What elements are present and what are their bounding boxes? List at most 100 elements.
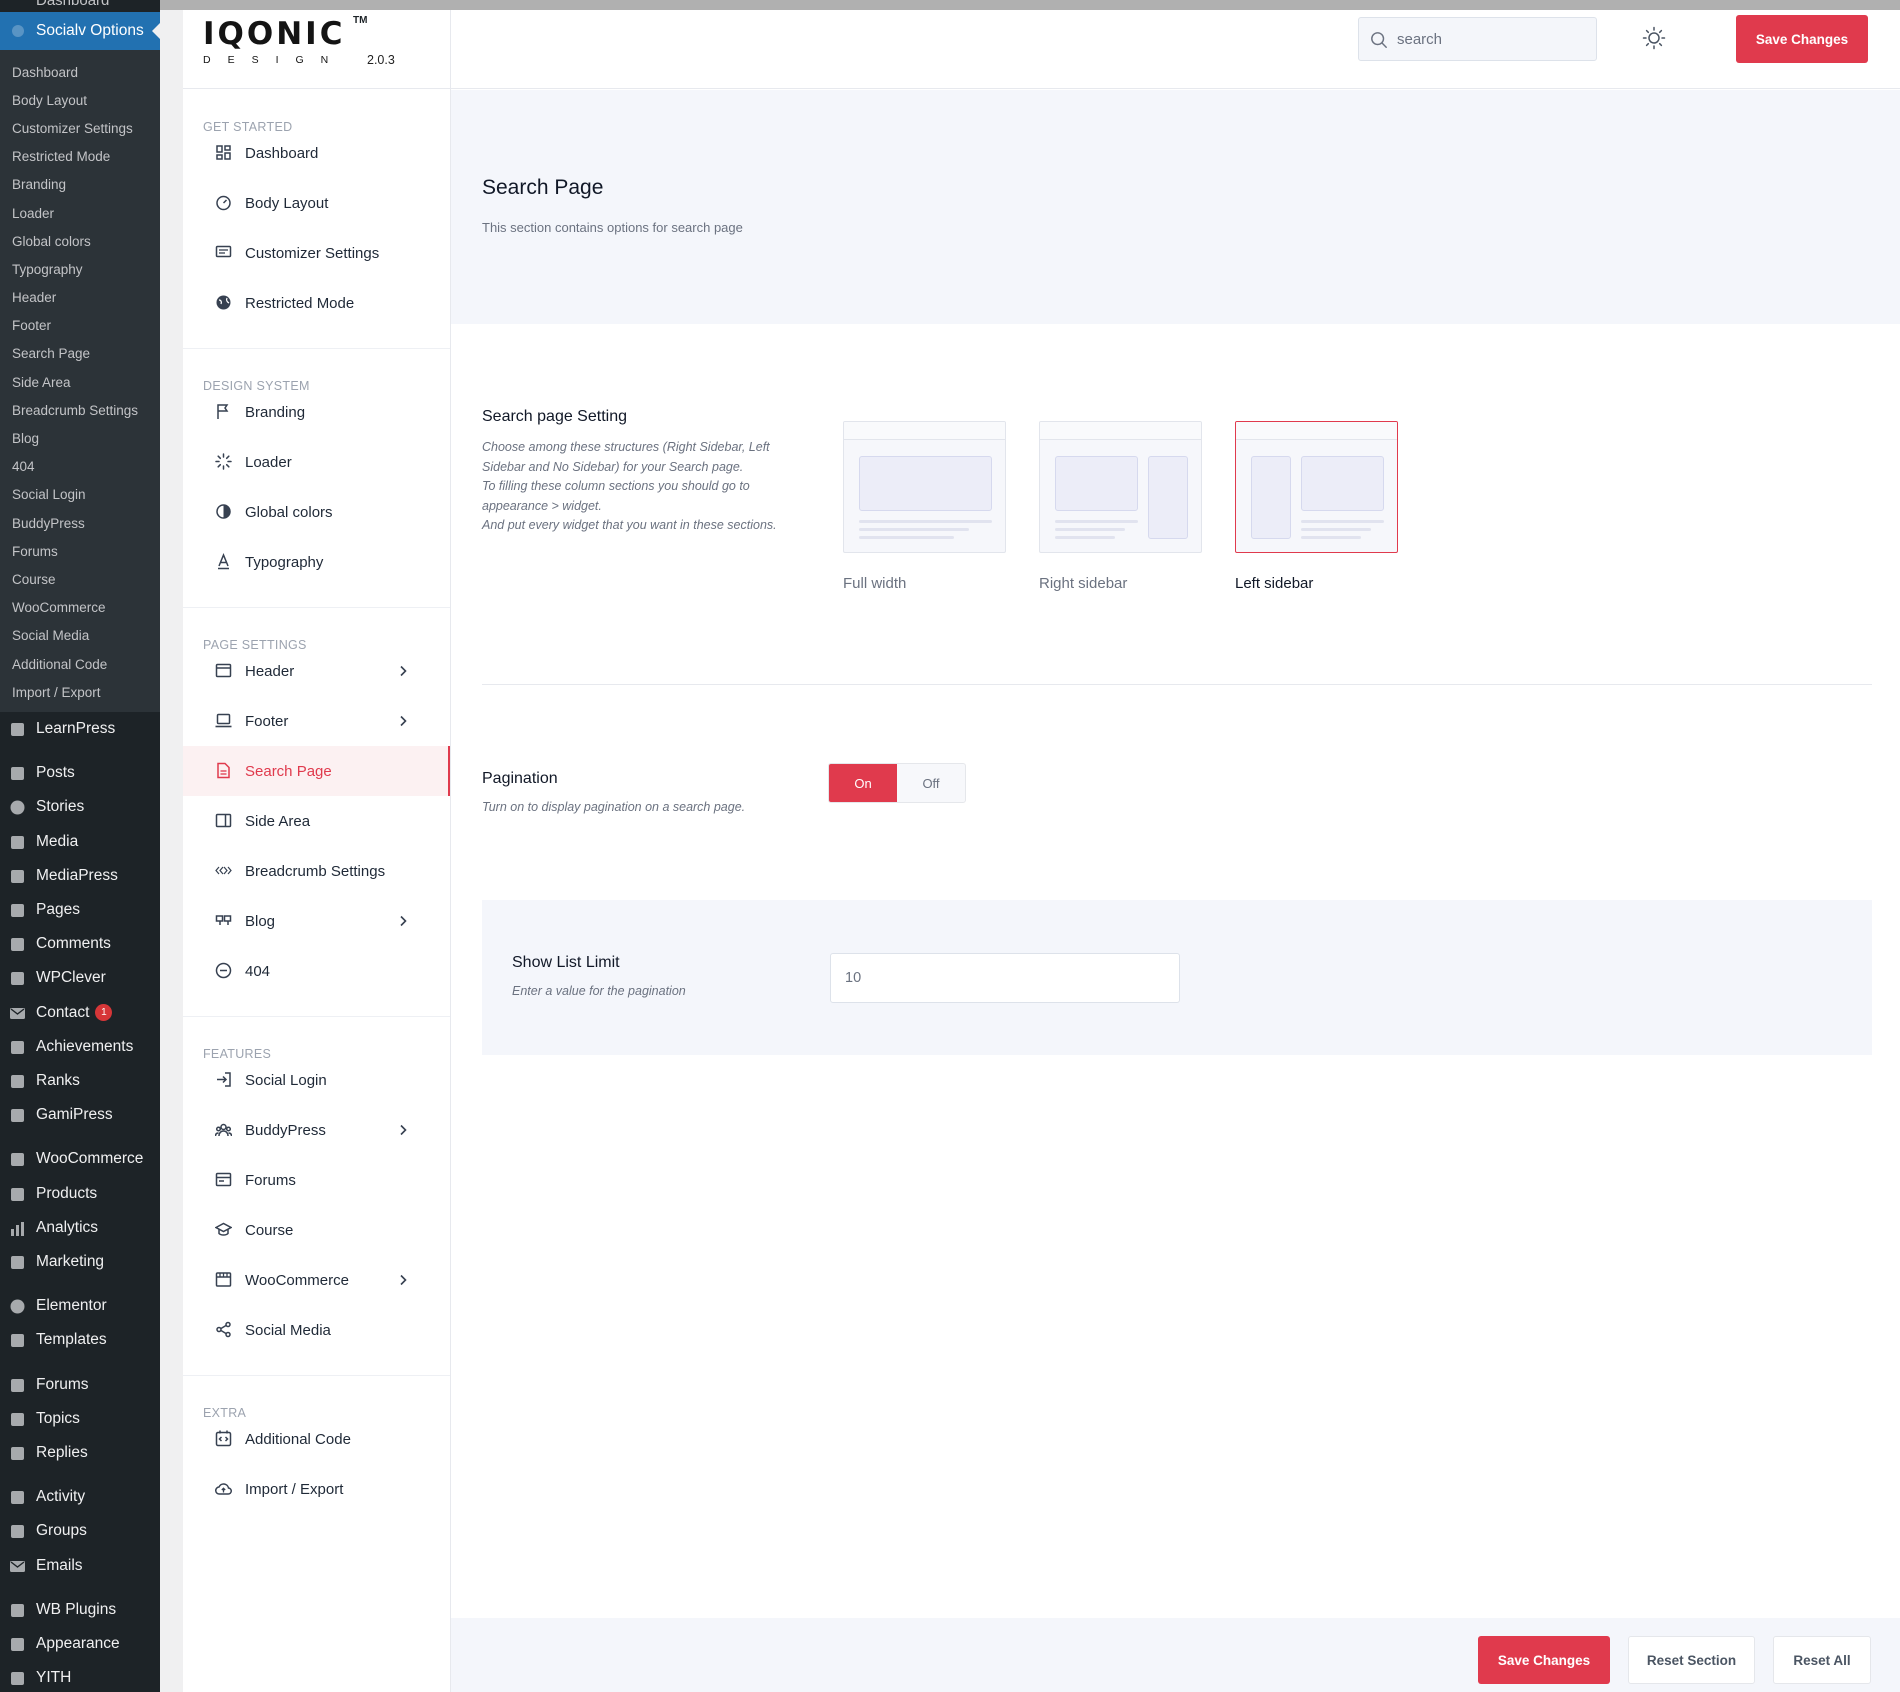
wp-menu-item[interactable]: Groups: [0, 1514, 160, 1548]
topics-icon: [11, 1412, 24, 1426]
wp-menu-item[interactable]: YITH: [0, 1661, 160, 1692]
wp-menu-item[interactable]: Elementor: [0, 1289, 160, 1323]
nav-item-typography[interactable]: Typography: [183, 537, 450, 587]
nav-item-woocommerce[interactable]: WooCommerce: [183, 1255, 450, 1305]
nav-item-404[interactable]: 404: [183, 946, 450, 996]
layout-preview[interactable]: [843, 421, 1006, 553]
wp-menu-item[interactable]: Ranks: [0, 1064, 160, 1098]
wp-submenu-item[interactable]: Social Media: [0, 622, 160, 650]
wp-submenu-item[interactable]: Course: [0, 565, 160, 593]
top-strip: [160, 0, 1900, 10]
nav-item-social-media[interactable]: Social Media: [183, 1305, 450, 1355]
nav-item-global-colors[interactable]: Global colors: [183, 487, 450, 537]
nav-item-body-layout[interactable]: Body Layout: [183, 178, 450, 228]
wp-submenu-item[interactable]: Typography: [0, 255, 160, 283]
layout-preview-line: [1055, 520, 1138, 523]
wp-menu-item[interactable]: Pages: [0, 893, 160, 927]
mail-icon: [10, 1007, 25, 1019]
nav-item-course[interactable]: Course: [183, 1205, 450, 1255]
wp-submenu-item[interactable]: WooCommerce: [0, 594, 160, 622]
wp-menu-item[interactable]: Stories: [0, 790, 160, 824]
nav-item-forums[interactable]: Forums: [183, 1155, 450, 1205]
wp-submenu-item[interactable]: Loader: [0, 199, 160, 227]
wp-submenu-item[interactable]: BuddyPress: [0, 509, 160, 537]
layout-preview[interactable]: [1039, 421, 1202, 553]
wp-menu-item[interactable]: Topics: [0, 1402, 160, 1436]
nav-section-title: GET STARTED: [203, 120, 293, 134]
pagination-off-button[interactable]: Off: [897, 764, 965, 802]
layout-setting-label: Search page Setting: [482, 408, 627, 425]
wp-menu-item[interactable]: Contact 1: [0, 996, 160, 1030]
wp-submenu-item[interactable]: Blog: [0, 424, 160, 452]
chevron-right-icon: [400, 715, 407, 727]
pagination-toggle[interactable]: On Off: [828, 763, 966, 803]
theme-toggle-sun-icon[interactable]: [1642, 26, 1666, 50]
layout-preview[interactable]: [1235, 421, 1398, 553]
wp-submenu-item[interactable]: Restricted Mode: [0, 143, 160, 171]
wp-submenu-item[interactable]: Forums: [0, 537, 160, 565]
award-icon: [11, 1040, 24, 1054]
nav-item-social-login[interactable]: Social Login: [183, 1055, 450, 1105]
save-changes-button[interactable]: Save Changes: [1736, 15, 1868, 63]
nav-item-search-page[interactable]: Search Page: [183, 746, 450, 796]
nav-item-blog[interactable]: Blog: [183, 896, 450, 946]
wp-menu-item[interactable]: Replies: [0, 1436, 160, 1470]
wp-menu-item[interactable]: MediaPress: [0, 859, 160, 893]
wp-menu-item[interactable]: Marketing: [0, 1245, 160, 1279]
wp-submenu-item[interactable]: Social Login: [0, 481, 160, 509]
wp-submenu-item[interactable]: Body Layout: [0, 86, 160, 114]
wp-submenu-item[interactable]: 404: [0, 453, 160, 481]
wp-menu-item[interactable]: Posts: [0, 756, 160, 790]
wp-menu-item[interactable]: LearnPress: [0, 712, 160, 746]
nav-item-import-export[interactable]: Import / Export: [183, 1464, 450, 1514]
wp-menu-item[interactable]: Appearance: [0, 1627, 160, 1661]
search-input[interactable]: search: [1358, 17, 1597, 61]
wp-menu-item[interactable]: WB Plugins: [0, 1593, 160, 1627]
wp-menu-item[interactable]: WPClever: [0, 961, 160, 995]
wp-submenu-item[interactable]: Import / Export: [0, 678, 160, 706]
pin-icon: [11, 767, 24, 781]
wp-submenu-item[interactable]: Customizer Settings: [0, 114, 160, 142]
nav-item-side-area[interactable]: Side Area: [183, 796, 450, 846]
wp-menu-item[interactable]: Products: [0, 1177, 160, 1211]
wp-menu-item[interactable]: WooCommerce: [0, 1142, 160, 1176]
nav-item-breadcrumb-settings[interactable]: Breadcrumb Settings: [183, 846, 450, 896]
wp-submenu-item[interactable]: Global colors: [0, 227, 160, 255]
wp-submenu-item[interactable]: Additional Code: [0, 650, 160, 678]
nav-item-branding[interactable]: Branding: [183, 387, 450, 437]
nav-item-header[interactable]: Header: [183, 646, 450, 696]
wp-menu-item[interactable]: GamiPress: [0, 1098, 160, 1132]
wp-submenu-item[interactable]: Dashboard: [0, 58, 160, 86]
wp-submenu-item[interactable]: Breadcrumb Settings: [0, 396, 160, 424]
wp-menu-item[interactable]: Comments: [0, 927, 160, 961]
wp-menu-item[interactable]: Achievements: [0, 1030, 160, 1064]
nav-item-footer[interactable]: Footer: [183, 696, 450, 746]
reset-section-button[interactable]: Reset Section: [1628, 1636, 1755, 1684]
layout-option-full[interactable]: Full width: [843, 421, 1006, 592]
wp-menu-item[interactable]: Activity: [0, 1480, 160, 1514]
crown-icon: [11, 1109, 24, 1123]
reset-all-button[interactable]: Reset All: [1773, 1636, 1871, 1684]
wp-menu-item[interactable]: Forums: [0, 1368, 160, 1402]
footer-save-changes-button[interactable]: Save Changes: [1478, 1636, 1610, 1684]
wp-submenu-item[interactable]: Footer: [0, 312, 160, 340]
nav-item-customizer-settings[interactable]: Customizer Settings: [183, 228, 450, 278]
wp-menu-item[interactable]: Emails: [0, 1549, 160, 1583]
wp-submenu-item[interactable]: Search Page: [0, 340, 160, 368]
wp-menu-item[interactable]: Templates: [0, 1323, 160, 1357]
wp-menu-item[interactable]: Analytics: [0, 1211, 160, 1245]
nav-item-dashboard[interactable]: Dashboard: [183, 128, 450, 178]
wp-submenu-item[interactable]: Side Area: [0, 368, 160, 396]
layout-option-left[interactable]: Left sidebar: [1235, 421, 1398, 592]
wp-menu-socialv-options[interactable]: Socialv Options: [0, 12, 160, 50]
layout-option-right[interactable]: Right sidebar: [1039, 421, 1202, 592]
pagination-on-button[interactable]: On: [829, 764, 897, 802]
wp-menu-item[interactable]: Media: [0, 825, 160, 859]
nav-item-restricted-mode[interactable]: Restricted Mode: [183, 278, 450, 328]
nav-item-additional-code[interactable]: Additional Code: [183, 1414, 450, 1464]
nav-item-buddypress[interactable]: BuddyPress: [183, 1105, 450, 1155]
nav-item-loader[interactable]: Loader: [183, 437, 450, 487]
wp-submenu-item[interactable]: Header: [0, 284, 160, 312]
wp-submenu-item[interactable]: Branding: [0, 171, 160, 199]
list-limit-input[interactable]: 10: [830, 953, 1180, 1003]
